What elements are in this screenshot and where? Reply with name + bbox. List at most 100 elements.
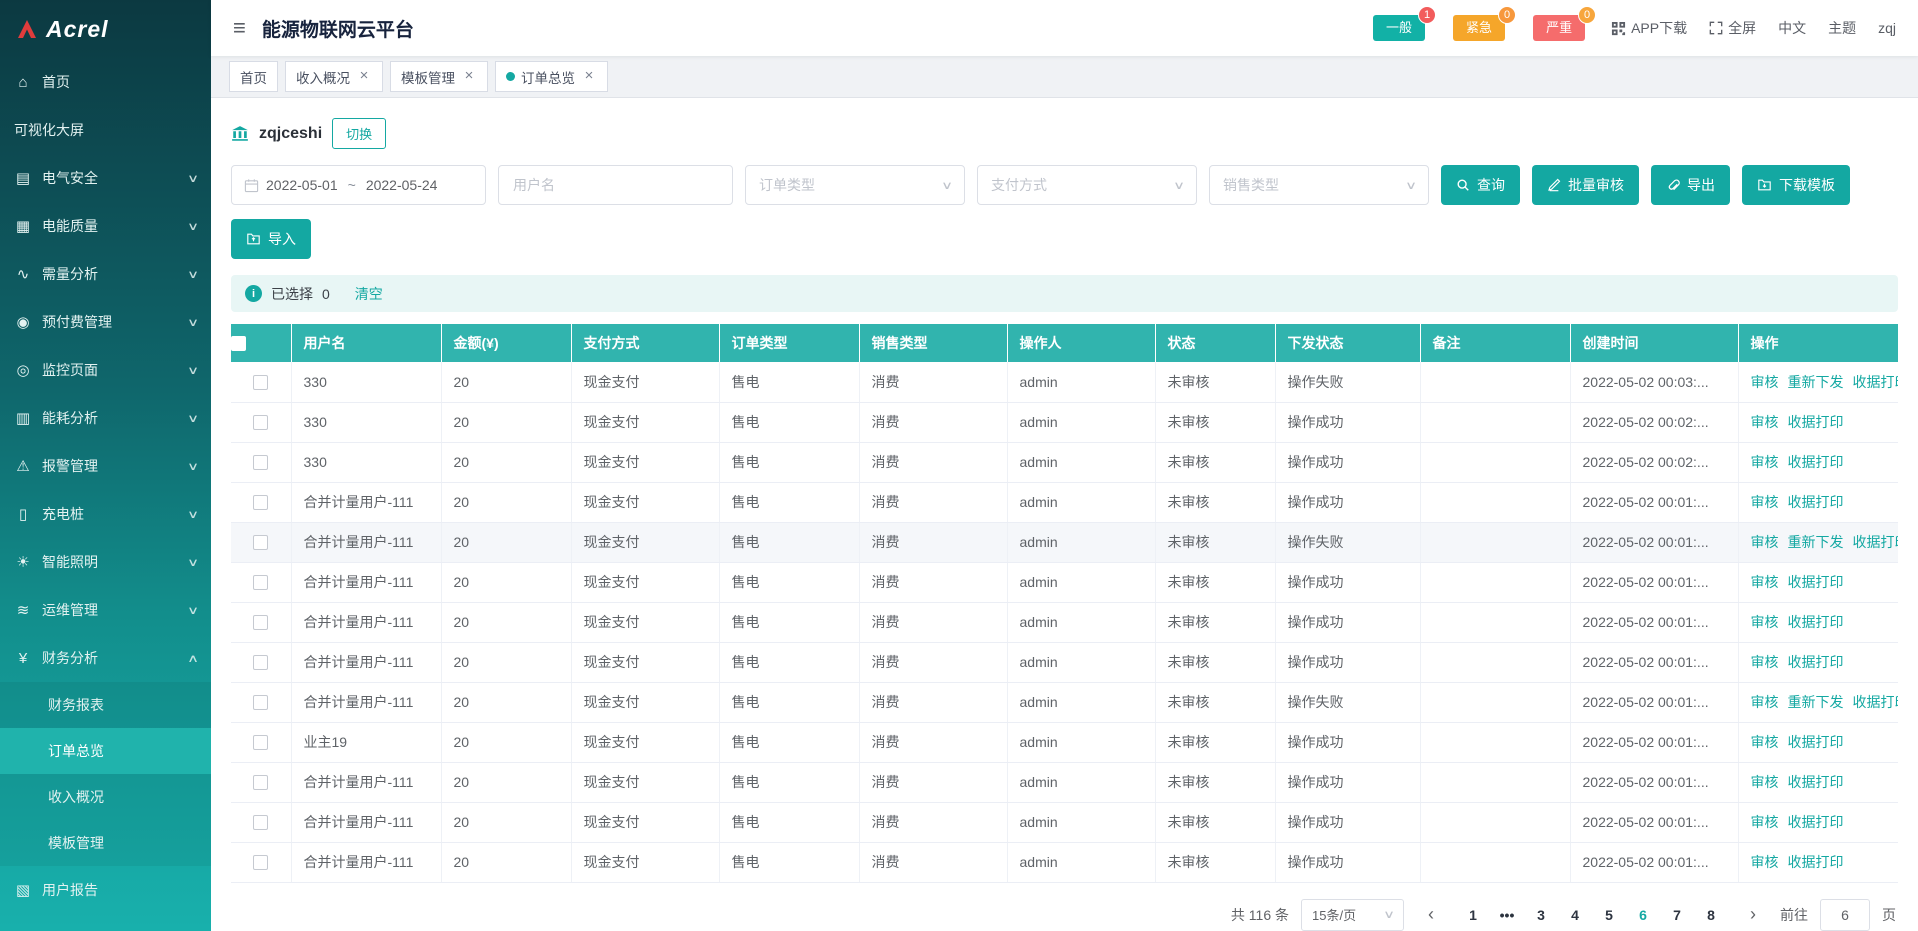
tab-template-management[interactable]: 模板管理× [390,61,488,92]
action-audit-link[interactable]: 审核 [1751,614,1779,630]
select-all-checkbox[interactable] [231,336,246,351]
sidebar-item-income-overview[interactable]: 收入概况 [0,774,211,820]
sidebar-item-template-management[interactable]: 模板管理 [0,820,211,866]
action-audit-link[interactable]: 审核 [1751,654,1779,670]
tab-home[interactable]: 首页 [229,61,278,92]
action-print-receipt-link[interactable]: 收据打印 [1788,494,1844,510]
action-print-receipt-link[interactable]: 收据打印 [1788,414,1844,430]
order-type-select[interactable]: 订单类型 ∨ [745,165,965,205]
action-print-receipt-link[interactable]: 收据打印 [1788,854,1844,870]
close-tab-icon[interactable]: × [581,69,597,85]
alert-button-urgent[interactable]: 紧急0 [1453,15,1505,41]
switch-project-button[interactable]: 切换 [332,118,386,149]
sidebar-item-energy-analysis[interactable]: ▥能耗分析∨ [0,394,211,442]
action-audit-link[interactable]: 审核 [1751,374,1779,390]
alert-button-general[interactable]: 一般1 [1373,15,1425,41]
pay-method-select[interactable]: 支付方式 ∨ [977,165,1197,205]
sidebar-item-home[interactable]: ⌂首页 [0,58,211,106]
sidebar-item-charging-pile[interactable]: ▯充电桩∨ [0,490,211,538]
page-button-8[interactable]: 8 [1696,900,1726,930]
action-print-receipt-link[interactable]: 收据打印 [1788,814,1844,830]
action-print-receipt-link[interactable]: 收据打印 [1788,574,1844,590]
sidebar-item-alarm-management[interactable]: ⚠报警管理∨ [0,442,211,490]
row-checkbox[interactable] [253,655,268,670]
tab-order-overview[interactable]: 订单总览× [495,61,608,92]
sidebar-item-financial-report[interactable]: 财务报表 [0,682,211,728]
row-checkbox[interactable] [253,735,268,750]
action-print-receipt-link[interactable]: 收据打印 [1788,614,1844,630]
export-button[interactable]: 导出 [1651,165,1730,205]
sidebar-item-order-overview[interactable]: 订单总览 [0,728,211,774]
row-checkbox[interactable] [253,815,268,830]
collapse-sidebar-icon[interactable]: ≡ [233,17,246,39]
sidebar-item-smart-lighting[interactable]: ☀智能照明∨ [0,538,211,586]
page-button-1[interactable]: 1 [1458,900,1488,930]
row-checkbox[interactable] [253,615,268,630]
action-audit-link[interactable]: 审核 [1751,534,1779,550]
tab-income-overview[interactable]: 收入概况× [285,61,383,92]
sidebar-item-financial-analysis[interactable]: ¥财务分析∧ [0,634,211,682]
username-input[interactable] [498,165,733,205]
row-checkbox[interactable] [253,415,268,430]
sidebar-item-user-report[interactable]: ▧用户报告 [0,866,211,914]
fullscreen-button[interactable]: 全屏 [1709,18,1756,38]
clear-selection-link[interactable]: 清空 [355,284,383,304]
action-audit-link[interactable]: 审核 [1751,414,1779,430]
language-switch[interactable]: 中文 [1778,18,1806,38]
import-button[interactable]: 导入 [231,219,311,259]
page-button-7[interactable]: 7 [1662,900,1692,930]
row-checkbox[interactable] [253,375,268,390]
sidebar-item-visual-screen[interactable]: 可视化大屏 [0,106,211,154]
page-button-4[interactable]: 4 [1560,900,1590,930]
page-button-6[interactable]: 6 [1628,900,1658,930]
action-print-receipt-link[interactable]: 收据打印 [1788,774,1844,790]
app-download-link[interactable]: APP下载 [1611,18,1687,38]
action-audit-link[interactable]: 审核 [1751,774,1779,790]
sidebar-item-prepaid-management[interactable]: ◉预付费管理∨ [0,298,211,346]
theme-switch[interactable]: 主题 [1828,18,1856,38]
user-menu[interactable]: zqj [1878,20,1896,36]
row-checkbox[interactable] [253,495,268,510]
close-tab-icon[interactable]: × [461,69,477,85]
action-print-receipt-link[interactable]: 收据打印 [1853,694,1899,710]
row-checkbox[interactable] [253,855,268,870]
page-size-select[interactable]: 15条/页 ∨ [1301,899,1404,931]
action-audit-link[interactable]: 审核 [1751,574,1779,590]
sale-type-select[interactable]: 销售类型 ∨ [1209,165,1429,205]
sidebar-item-monitoring-page[interactable]: ◎监控页面∨ [0,346,211,394]
action-print-receipt-link[interactable]: 收据打印 [1853,534,1899,550]
row-checkbox[interactable] [253,775,268,790]
next-page-button[interactable]: › [1738,900,1768,930]
close-tab-icon[interactable]: × [356,69,372,85]
page-button-3[interactable]: 3 [1526,900,1556,930]
action-audit-link[interactable]: 审核 [1751,454,1779,470]
batch-audit-button[interactable]: 批量审核 [1532,165,1639,205]
action-print-receipt-link[interactable]: 收据打印 [1788,654,1844,670]
search-button[interactable]: 查询 [1441,165,1520,205]
action-print-receipt-link[interactable]: 收据打印 [1788,734,1844,750]
row-checkbox[interactable] [253,455,268,470]
action-audit-link[interactable]: 审核 [1751,814,1779,830]
action-audit-link[interactable]: 审核 [1751,694,1779,710]
action-audit-link[interactable]: 审核 [1751,734,1779,750]
page-ellipsis[interactable]: ••• [1492,900,1522,930]
sidebar-item-power-quality[interactable]: ▦电能质量∨ [0,202,211,250]
action-redispatch-link[interactable]: 重新下发 [1788,534,1844,550]
row-checkbox[interactable] [253,535,268,550]
date-range-picker[interactable]: 2022-05-01 ~ 2022-05-24 [231,165,486,205]
goto-page-input[interactable] [1820,899,1870,931]
action-audit-link[interactable]: 审核 [1751,854,1779,870]
row-checkbox[interactable] [253,575,268,590]
action-print-receipt-link[interactable]: 收据打印 [1788,454,1844,470]
sidebar-item-demand-analysis[interactable]: ∿需量分析∨ [0,250,211,298]
action-redispatch-link[interactable]: 重新下发 [1788,374,1844,390]
download-template-button[interactable]: 下载模板 [1742,165,1850,205]
alert-button-severe[interactable]: 严重0 [1533,15,1585,41]
action-redispatch-link[interactable]: 重新下发 [1788,694,1844,710]
sidebar-item-operation-management[interactable]: ≋运维管理∨ [0,586,211,634]
prev-page-button[interactable]: ‹ [1416,900,1446,930]
action-print-receipt-link[interactable]: 收据打印 [1853,374,1899,390]
page-button-5[interactable]: 5 [1594,900,1624,930]
row-checkbox[interactable] [253,695,268,710]
action-audit-link[interactable]: 审核 [1751,494,1779,510]
